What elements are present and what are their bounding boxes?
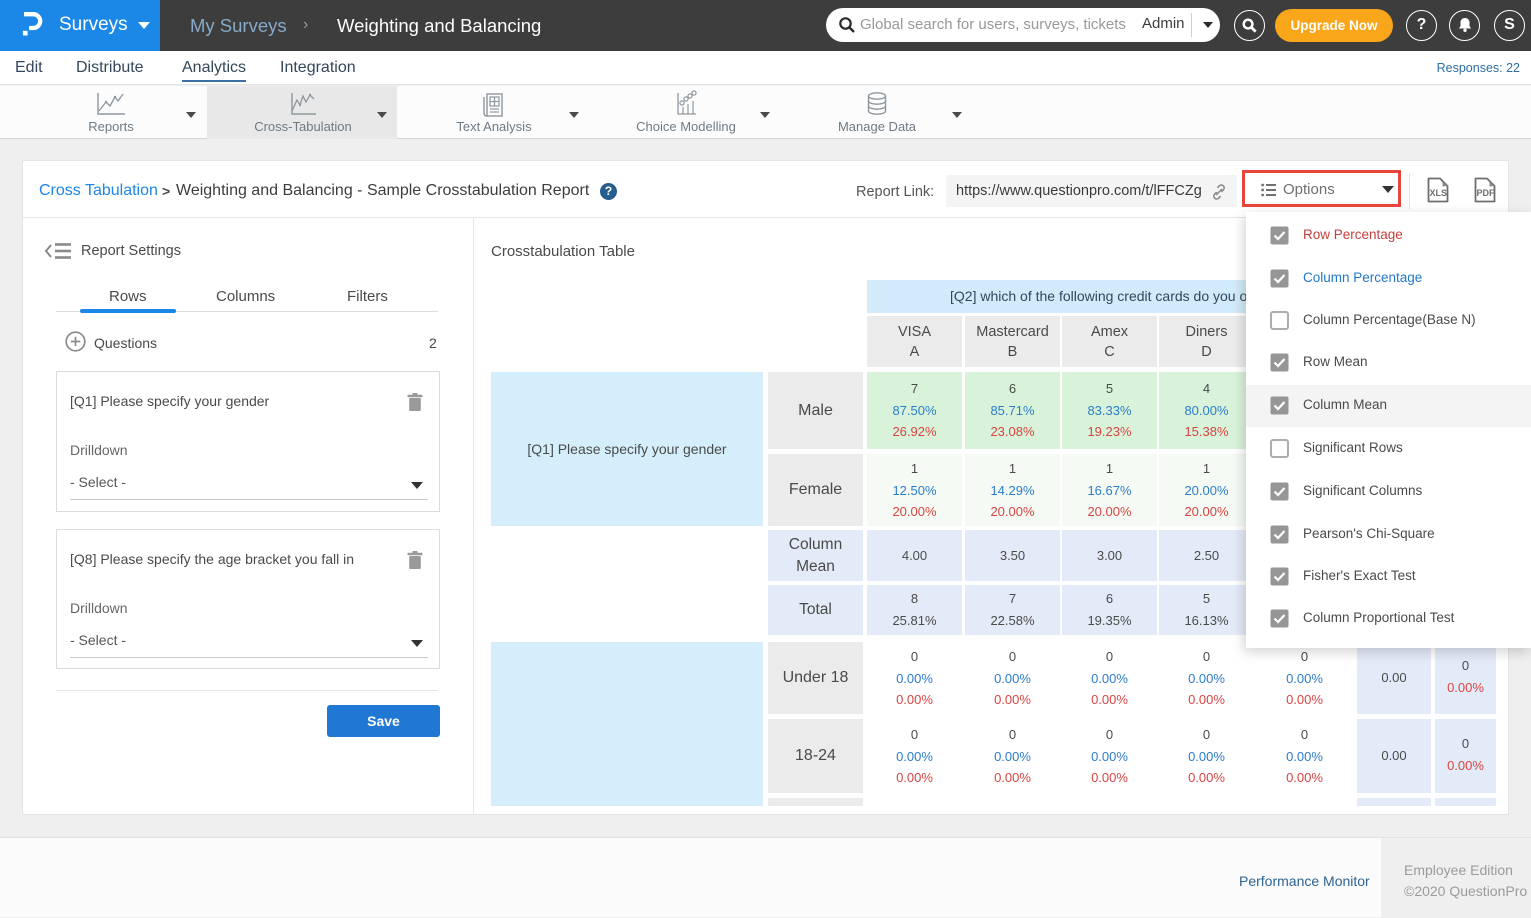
svg-text:PDF: PDF (1477, 188, 1496, 198)
svg-text:XLS: XLS (1430, 188, 1448, 198)
